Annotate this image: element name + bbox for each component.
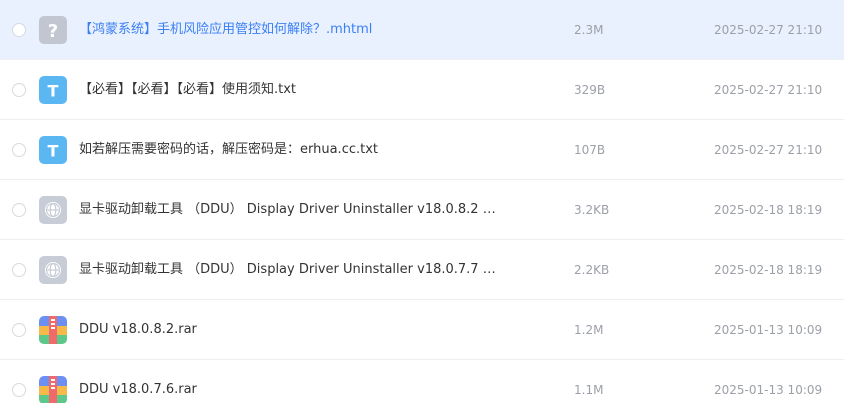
row-checkbox[interactable] <box>12 23 26 37</box>
file-row[interactable]: 显卡驱动卸载工具 （DDU） Display Driver Uninstalle… <box>0 180 844 240</box>
archive-file-icon <box>39 376 67 403</box>
file-date: 2025-02-18 18:19 <box>714 263 823 277</box>
web-link-icon <box>39 196 67 224</box>
file-name[interactable]: 显卡驱动卸载工具 （DDU） Display Driver Uninstalle… <box>79 260 499 280</box>
file-row[interactable]: T 如若解压需要密码的话，解压密码是：erhua.cc.txt 107B 202… <box>0 120 844 180</box>
text-file-icon: T <box>39 76 67 104</box>
file-date: 2025-01-13 10:09 <box>714 383 823 397</box>
file-row[interactable]: DDU v18.0.7.6.rar 1.1M 2025-01-13 10:09 <box>0 360 844 403</box>
row-checkbox[interactable] <box>12 83 26 97</box>
row-checkbox[interactable] <box>12 263 26 277</box>
file-size: 107B <box>574 143 606 157</box>
text-file-icon: T <box>39 136 67 164</box>
file-size: 1.2M <box>574 323 604 337</box>
file-date: 2025-01-13 10:09 <box>714 323 823 337</box>
row-checkbox[interactable] <box>12 323 26 337</box>
file-size: 1.1M <box>574 383 604 397</box>
file-date: 2025-02-18 18:19 <box>714 203 823 217</box>
unknown-file-icon: ? <box>39 16 67 44</box>
file-list: ? 【鸿蒙系统】手机风险应用管控如何解除？.mhtml 2.3M 2025-02… <box>0 0 844 403</box>
file-row[interactable]: T 【必看】【必看】【必看】使用须知.txt 329B 2025-02-27 2… <box>0 60 844 120</box>
file-name[interactable]: 显卡驱动卸载工具 （DDU） Display Driver Uninstalle… <box>79 200 499 220</box>
svg-text:?: ? <box>48 21 58 42</box>
file-row[interactable]: DDU v18.0.8.2.rar 1.2M 2025-01-13 10:09 <box>0 300 844 360</box>
file-name[interactable]: 【必看】【必看】【必看】使用须知.txt <box>79 80 499 100</box>
file-size: 3.2KB <box>574 203 610 217</box>
file-size: 2.3M <box>574 23 604 37</box>
file-row[interactable]: ? 【鸿蒙系统】手机风险应用管控如何解除？.mhtml 2.3M 2025-02… <box>0 0 844 60</box>
row-checkbox[interactable] <box>12 143 26 157</box>
file-name[interactable]: DDU v18.0.8.2.rar <box>79 320 499 340</box>
web-link-icon <box>39 256 67 284</box>
file-name[interactable]: 如若解压需要密码的话，解压密码是：erhua.cc.txt <box>79 140 499 160</box>
file-row[interactable]: 显卡驱动卸载工具 （DDU） Display Driver Uninstalle… <box>0 240 844 300</box>
row-checkbox[interactable] <box>12 203 26 217</box>
file-date: 2025-02-27 21:10 <box>714 143 823 157</box>
file-date: 2025-02-27 21:10 <box>714 83 823 97</box>
file-size: 2.2KB <box>574 263 610 277</box>
file-name[interactable]: DDU v18.0.7.6.rar <box>79 380 499 400</box>
row-checkbox[interactable] <box>12 383 26 397</box>
file-name[interactable]: 【鸿蒙系统】手机风险应用管控如何解除？.mhtml <box>79 20 499 40</box>
svg-text:T: T <box>48 142 59 161</box>
archive-file-icon <box>39 316 67 344</box>
file-date: 2025-02-27 21:10 <box>714 23 823 37</box>
file-size: 329B <box>574 83 606 97</box>
svg-text:T: T <box>48 82 59 101</box>
